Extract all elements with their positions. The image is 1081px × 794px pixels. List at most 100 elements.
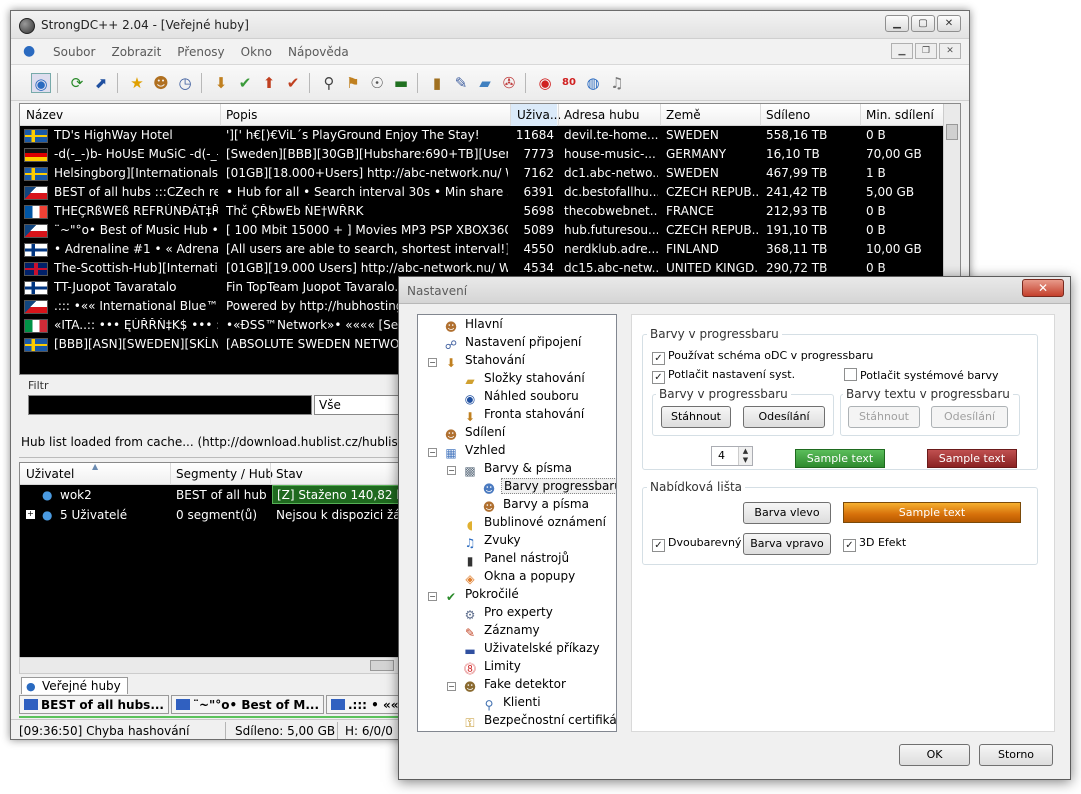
col-segments[interactable]: Segmenty / Hub [176, 467, 273, 481]
mdi-minimize-button[interactable]: ▁ [891, 43, 913, 59]
col-country[interactable]: Země [666, 108, 701, 122]
transfer-list[interactable]: Uživatel ▲ Segmenty / Hub Stav ● wok2 BE… [19, 462, 411, 674]
tree-item-windows[interactable]: ◈ Okna a popupy [462, 569, 577, 587]
menu-okno[interactable]: Okno [241, 45, 272, 59]
hub-row[interactable]: Helsingborg][Internationals][... [01GB][1… [20, 164, 960, 183]
tab-public-hubs[interactable]: ● Veřejné huby [21, 677, 128, 694]
collapse-icon[interactable]: − [447, 466, 456, 475]
tree-item-preview[interactable]: ◉ Náhled souboru [462, 389, 581, 407]
col-desc[interactable]: Popis [226, 108, 257, 122]
reconnect-icon[interactable]: ⟳ [67, 73, 87, 93]
upload-icon[interactable]: ⬆ [259, 73, 279, 93]
tree-item-connection[interactable]: ☍ Nastavení připojení [443, 335, 583, 353]
col-user[interactable]: Uživatel [26, 467, 74, 481]
effect-3d-checkbox[interactable]: ✓ 3D Efekt [843, 536, 906, 552]
ok-button[interactable]: OK [899, 744, 970, 766]
collapse-icon[interactable]: − [428, 358, 437, 367]
open-file-icon[interactable]: ▰ [475, 73, 495, 93]
collapse-icon[interactable]: − [428, 448, 437, 457]
limit-icon[interactable]: 80 [559, 73, 579, 93]
hub-row[interactable]: BEST of all hubs :::CZech repu... • Hub f… [20, 183, 960, 202]
finished-up-icon[interactable]: ✔ [283, 73, 303, 93]
transfer-row[interactable]: + ● 5 Uživatelé 0 segment(ů) Nejsou k di… [20, 505, 410, 525]
right-color-button[interactable]: Barva vpravo [743, 533, 831, 555]
hub-tab[interactable]: BEST of all hubs... [19, 695, 169, 714]
col-address[interactable]: Adresa hubu [564, 108, 640, 122]
hub-tab[interactable]: ¨~"°o• Best of M... [171, 695, 324, 714]
col-status[interactable]: Stav [276, 467, 303, 481]
col-users[interactable]: Uživa... [511, 104, 561, 126]
menu-zobrazit[interactable]: Zobrazit [111, 45, 161, 59]
dialog-close-button[interactable]: ✕ [1022, 279, 1064, 297]
download-color-button[interactable]: Stáhnout [661, 406, 731, 428]
tree-item-fake-detector[interactable]: ☻ Fake detektor [462, 677, 568, 695]
users-icon[interactable]: ☻ [151, 73, 171, 93]
collapse-icon[interactable]: − [447, 682, 456, 691]
col-name[interactable]: Název [26, 108, 63, 122]
menu-prenosy[interactable]: Přenosy [177, 45, 224, 59]
minimize-button[interactable]: ▁ [885, 15, 909, 32]
hub-row[interactable]: ¨~"°o• Best of Music Hub •o°... [ 100 Mbi… [20, 221, 960, 240]
tree-item-toolbar[interactable]: ▮ Panel nástrojů [462, 551, 571, 569]
tree-item-advanced[interactable]: ✔ Pokročilé [443, 587, 521, 605]
adl-icon[interactable]: ⚑ [343, 73, 363, 93]
search-icon[interactable]: ⚲ [319, 73, 339, 93]
tree-item-commands[interactable]: ▬ Uživatelské příkazy [462, 641, 602, 659]
tree-item-fonts[interactable]: ☻ Barvy a písma [481, 497, 591, 515]
tree-item-progress-colors[interactable]: ☻ Barvy progressbaru [481, 478, 616, 497]
left-color-button[interactable]: Barva vlevo [743, 502, 831, 524]
hub-row[interactable]: TD's HighWay Hotel '][' h€[)€ViL´s PlayGr… [20, 126, 960, 145]
tree-item-limits[interactable]: ⓼ Limity [462, 659, 523, 677]
mdi-restore-button[interactable]: ❐ [915, 43, 937, 59]
finished-icon[interactable]: ✔ [235, 73, 255, 93]
cdm-debug-icon[interactable]: ✇ [499, 73, 519, 93]
hub-row[interactable]: • Adrenaline #1 • « Adrenalin... [All use… [20, 240, 960, 259]
menu-soubor[interactable]: Soubor [53, 45, 95, 59]
transfer-row[interactable]: ● wok2 BEST of all hub... [Z] Staženo 14… [20, 485, 410, 505]
filter-input[interactable] [28, 395, 312, 415]
cancel-button[interactable]: Storno [979, 744, 1053, 766]
update-icon[interactable]: ◍ [583, 73, 603, 93]
maximize-button[interactable]: ▢ [911, 15, 935, 32]
tree-item-certificates[interactable]: ⚿ Bezpečnostní certifikáty [462, 713, 616, 731]
col-shared[interactable]: Sdíleno [766, 108, 810, 122]
upload-color-button[interactable]: Odesílání [743, 406, 825, 428]
settings-tree[interactable]: ☻ Hlavní ☍ Nastavení připojení ⬇ Stahování − ▰ S… [417, 314, 617, 732]
suppress-settings-checkbox[interactable]: ✓ Potlačit nastavení syst. [652, 368, 795, 384]
hub-row[interactable]: -d(-_-)b- HoUsE MuSiC -d(-_-... [Sweden][… [20, 145, 960, 164]
use-odc-checkbox[interactable]: ✓ Používat schéma oDC v progressbaru [652, 349, 873, 365]
tree-item-queue[interactable]: ⬇ Fronta stahování [462, 407, 586, 425]
spinner-arrows-icon[interactable]: ▲ ▼ [738, 447, 752, 465]
collapse-icon[interactable]: − [428, 592, 437, 601]
col-min-share[interactable]: Min. sdílení [866, 108, 934, 122]
depth-spinner[interactable]: 4 ▲ ▼ [711, 446, 753, 466]
favorites-icon[interactable]: ★ [127, 73, 147, 93]
settings-icon[interactable]: ✎ [451, 73, 471, 93]
mdi-close-button[interactable]: ✕ [939, 43, 961, 59]
hub-row[interactable]: THEÇRßWEß REFRÚNĐÁT‡ŘŃ Thč ÇŘbwEb ŃE†WŘRK… [20, 202, 960, 221]
tree-item-sharing[interactable]: ☻ Sdílení [443, 425, 507, 443]
open-list-icon[interactable]: ▮ [427, 73, 447, 93]
tree-item-download[interactable]: ⬇ Stahování [443, 353, 527, 371]
tree-item-clients[interactable]: ⚲ Klienti [481, 695, 543, 713]
tree-item-appearance[interactable]: ▦ Vzhled [443, 443, 507, 461]
tree-item-bubble[interactable]: ◖ Bublinové oznámení [462, 515, 608, 533]
tree-item-experts[interactable]: ⚙ Pro experty [462, 605, 555, 623]
tree-item-folders[interactable]: ▰ Složky stahování [462, 371, 587, 389]
recent-icon[interactable]: ◷ [175, 73, 195, 93]
tree-item-logs[interactable]: ✎ Záznamy [462, 623, 542, 641]
transfer-hscrollbar[interactable] [19, 657, 411, 674]
tree-item-sounds[interactable]: ♫ Zvuky [462, 533, 523, 551]
menu-napoveda[interactable]: Nápověda [288, 45, 349, 59]
upload-text-color-button[interactable]: Odesílání [931, 406, 1008, 428]
hub-icon[interactable]: ◉ [31, 73, 51, 93]
spy-icon[interactable]: ☉ [367, 73, 387, 93]
away-icon[interactable]: ♫ [607, 73, 627, 93]
suppress-system-colors-checkbox[interactable]: Potlačit systémové barvy [844, 368, 999, 382]
download-text-color-button[interactable]: Stáhnout [848, 406, 920, 428]
stop-icon[interactable]: ◉ [535, 73, 555, 93]
queue-icon[interactable]: ⬇ [211, 73, 231, 93]
tree-item-general[interactable]: ☻ Hlavní [443, 317, 505, 335]
follow-icon[interactable]: ⬈ [91, 73, 111, 93]
notepad-icon[interactable]: ▬ [391, 73, 411, 93]
